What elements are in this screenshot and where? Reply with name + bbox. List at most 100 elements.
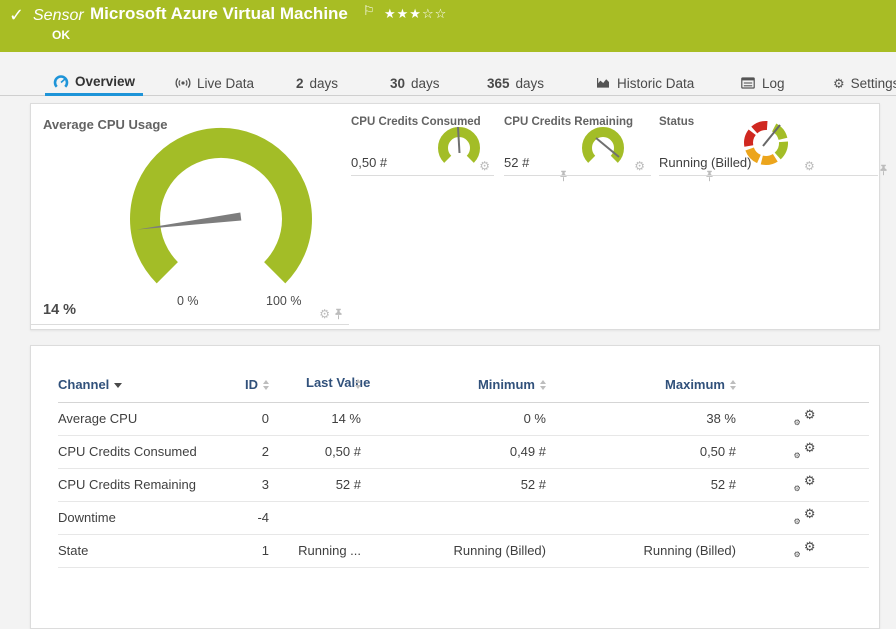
channel-last-value: 52 # (273, 468, 365, 501)
channel-id: -4 (228, 501, 273, 534)
tab-live-data-label: Live Data (197, 76, 254, 91)
sensor-title: Microsoft Azure Virtual Machine (90, 4, 348, 24)
tab-365-days[interactable]: 365 days (487, 70, 544, 96)
tab-live-data[interactable]: Live Data (175, 70, 254, 96)
channel-last-value: 0,50 # (273, 435, 365, 468)
channel-maximum: Running (Billed) (550, 534, 740, 567)
log-list-icon (740, 75, 756, 91)
sort-icon (730, 380, 736, 390)
column-header-minimum[interactable]: Minimum (365, 374, 550, 402)
priority-stars[interactable]: ★★★☆☆ (384, 6, 447, 22)
column-header-settings (740, 374, 869, 402)
channel-name[interactable]: Downtime (58, 501, 228, 534)
column-header-minimum-label: Minimum (478, 377, 535, 392)
channels-panel: Channel ID Last Value Minimum Maximum Av… (30, 345, 880, 629)
channel-maximum: 52 # (550, 468, 740, 501)
channel-maximum: 0,50 # (550, 435, 740, 468)
channel-minimum: 0,49 # (365, 435, 550, 468)
live-signal-icon (175, 75, 191, 91)
table-row: Average CPU 0 14 % 0 % 38 % ⚙⚙ (58, 402, 869, 435)
gauge-settings-gear-icon[interactable]: ⚙ (634, 160, 645, 172)
cpu-usage-gauge (111, 119, 331, 309)
sensor-page: ✓ Sensor Microsoft Azure Virtual Machine… (0, 0, 896, 629)
column-header-id[interactable]: ID (228, 374, 273, 402)
channel-minimum: 0 % (365, 402, 550, 435)
channel-maximum: 38 % (550, 402, 740, 435)
credits-remaining-gauge (575, 122, 631, 172)
gauge-scale-min: 0 % (177, 294, 199, 308)
column-header-last-value[interactable]: Last Value (273, 374, 365, 402)
stars-filled: ★★★ (384, 6, 422, 21)
gauge-icon (53, 74, 69, 90)
gear-icon: ⚙ (833, 77, 845, 90)
channel-name[interactable]: CPU Credits Consumed (58, 435, 228, 468)
table-row: Downtime -4 ⚙⚙ (58, 501, 869, 534)
sort-descending-icon (114, 383, 122, 388)
sort-icon (263, 380, 269, 390)
column-header-maximum[interactable]: Maximum (550, 374, 740, 402)
table-header-row: Channel ID Last Value Minimum Maximum (58, 374, 869, 402)
sensor-status-text: OK (52, 28, 70, 42)
tab-log[interactable]: Log (740, 70, 785, 96)
table-row: CPU Credits Consumed 2 0,50 # 0,49 # 0,5… (58, 435, 869, 468)
channel-id: 2 (228, 435, 273, 468)
chart-icon (595, 75, 611, 91)
sensor-status-banner: ✓ Sensor Microsoft Azure Virtual Machine… (0, 0, 896, 52)
channel-id: 3 (228, 468, 273, 501)
channel-settings-gears-icon[interactable]: ⚙⚙ (794, 475, 816, 492)
table-row: State 1 Running ... Running (Billed) Run… (58, 534, 869, 567)
column-header-last-value-label: Last Value (306, 374, 350, 392)
tab-overview[interactable]: Overview (45, 70, 143, 96)
flag-icon[interactable]: ⚐ (363, 3, 375, 19)
tab-settings[interactable]: ⚙ Settings (833, 70, 896, 96)
channel-minimum: 52 # (365, 468, 550, 501)
table-row: CPU Credits Remaining 3 52 # 52 # 52 # ⚙… (58, 468, 869, 501)
object-kind-label: Sensor (33, 7, 84, 25)
column-header-id-label: ID (245, 377, 258, 392)
column-header-channel[interactable]: Channel (58, 374, 228, 402)
tab-historic-data[interactable]: Historic Data (595, 70, 694, 96)
gauge-settings-gear-icon[interactable]: ⚙ (319, 308, 330, 320)
credits-consumed-tile: CPU Credits Consumed 0,50 # ⚙ (351, 112, 494, 176)
status-tile: Status Running (Billed) ⚙ (659, 112, 878, 176)
gauge-settings-gear-icon[interactable]: ⚙ (804, 160, 815, 172)
column-header-maximum-label: Maximum (665, 377, 725, 392)
tab-365-days-label: days (516, 76, 545, 91)
tab-2-days[interactable]: 2 days (296, 70, 338, 96)
channel-name[interactable]: State (58, 534, 228, 567)
tab-historic-data-label: Historic Data (617, 76, 694, 91)
tab-bar: Overview Live Data 2 days 30 days 365 da… (0, 70, 896, 96)
stars-empty: ☆☆ (422, 6, 447, 21)
credits-consumed-value: 0,50 # (351, 155, 387, 170)
channel-name[interactable]: CPU Credits Remaining (58, 468, 228, 501)
credits-remaining-tile: CPU Credits Remaining 52 # ⚙ (504, 112, 651, 176)
channel-last-value (273, 501, 365, 534)
sort-icon (540, 380, 546, 390)
channel-settings-gears-icon[interactable]: ⚙⚙ (794, 541, 816, 558)
channel-settings-gears-icon[interactable]: ⚙⚙ (794, 508, 816, 525)
tab-settings-label: Settings (851, 76, 896, 91)
channel-maximum (550, 501, 740, 534)
ok-check-icon: ✓ (9, 5, 24, 26)
pin-icon[interactable] (879, 164, 888, 176)
gauge-scale-max: 100 % (266, 294, 301, 308)
average-cpu-value: 14 % (43, 302, 76, 318)
gauges-panel: Average CPU Usage 0 % 100 % 14 % ⚙ CPU C… (30, 103, 880, 330)
channel-settings-gears-icon[interactable]: ⚙⚙ (794, 442, 816, 459)
channel-id: 0 (228, 402, 273, 435)
tab-30-days[interactable]: 30 days (390, 70, 440, 96)
channels-table: Channel ID Last Value Minimum Maximum Av… (58, 374, 869, 568)
average-cpu-gauge-tile: Average CPU Usage 0 % 100 % 14 % ⚙ (31, 104, 349, 325)
gauge-settings-gear-icon[interactable]: ⚙ (479, 160, 490, 172)
tab-2-days-number: 2 (296, 76, 304, 91)
channel-settings-gears-icon[interactable]: ⚙⚙ (794, 409, 816, 426)
tab-30-days-label: days (411, 76, 440, 91)
channel-last-value: Running ... (273, 534, 365, 567)
tab-overview-label: Overview (75, 74, 135, 89)
credits-remaining-value: 52 # (504, 155, 529, 170)
tab-365-days-number: 365 (487, 76, 510, 91)
channel-minimum: Running (Billed) (365, 534, 550, 567)
pin-icon[interactable] (334, 308, 343, 320)
channel-name[interactable]: Average CPU (58, 402, 228, 435)
gauge-title: Status (659, 116, 694, 128)
